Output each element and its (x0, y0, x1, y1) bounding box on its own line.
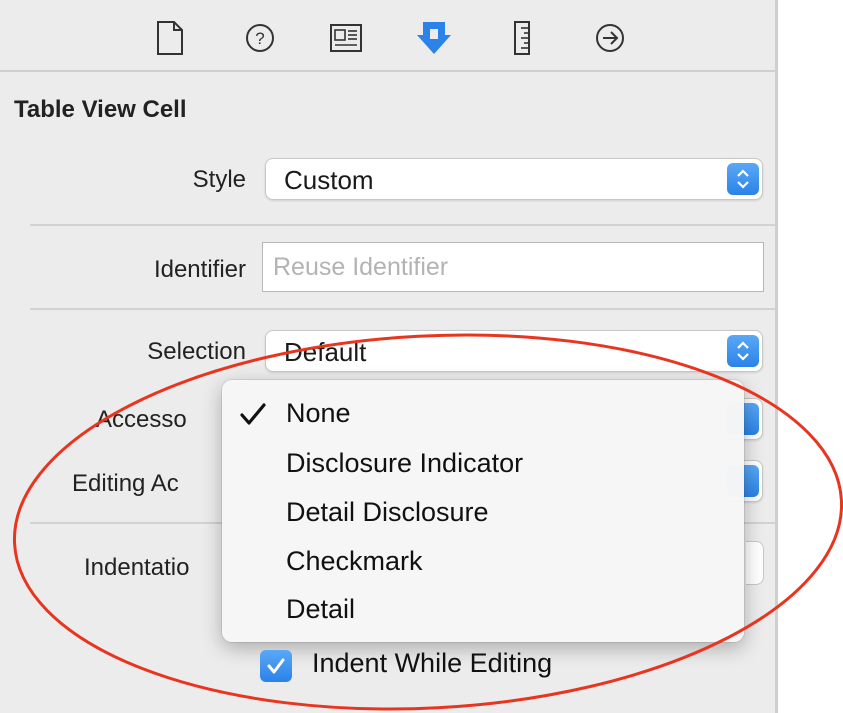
inspector-toolbar: ? (0, 0, 775, 72)
separator (30, 308, 775, 310)
section-title: Table View Cell (14, 96, 187, 123)
chevron-updown-icon (727, 163, 759, 195)
menu-item-detail-disclosure[interactable]: Detail Disclosure (286, 497, 489, 528)
selection-value: Default (284, 337, 367, 367)
identity-inspector-icon[interactable] (326, 18, 366, 58)
style-label: Style (192, 166, 246, 193)
separator (30, 224, 775, 226)
selection-label: Selection (147, 338, 246, 365)
selection-popup[interactable]: Default (265, 330, 763, 372)
menu-item-disclosure-indicator[interactable]: Disclosure Indicator (286, 448, 523, 479)
menu-item-none[interactable]: None (286, 398, 351, 429)
attributes-inspector-icon[interactable] (414, 18, 454, 58)
indent-while-editing-checkbox[interactable] (260, 650, 292, 682)
size-inspector-icon[interactable] (502, 18, 542, 58)
style-value: Custom (284, 165, 374, 195)
quick-help-icon[interactable]: ? (240, 18, 280, 58)
menu-item-detail[interactable]: Detail (286, 594, 355, 625)
indentation-stepper[interactable] (746, 541, 764, 585)
svg-text:?: ? (255, 29, 264, 48)
style-popup[interactable]: Custom (265, 158, 763, 200)
accessory-menu: None Disclosure Indicator Detail Disclos… (222, 380, 744, 642)
identifier-placeholder: Reuse Identifier (273, 253, 449, 281)
connections-inspector-icon[interactable] (590, 18, 630, 58)
checkmark-icon (240, 403, 266, 425)
identifier-field[interactable]: Reuse Identifier (262, 242, 764, 292)
identifier-label: Identifier (153, 256, 246, 283)
chevron-updown-icon (727, 335, 759, 367)
file-inspector-icon[interactable] (150, 18, 190, 58)
indent-while-editing-label[interactable]: Indent While Editing (312, 648, 552, 679)
menu-item-checkmark[interactable]: Checkmark (286, 546, 423, 577)
panel-divider (775, 0, 778, 713)
